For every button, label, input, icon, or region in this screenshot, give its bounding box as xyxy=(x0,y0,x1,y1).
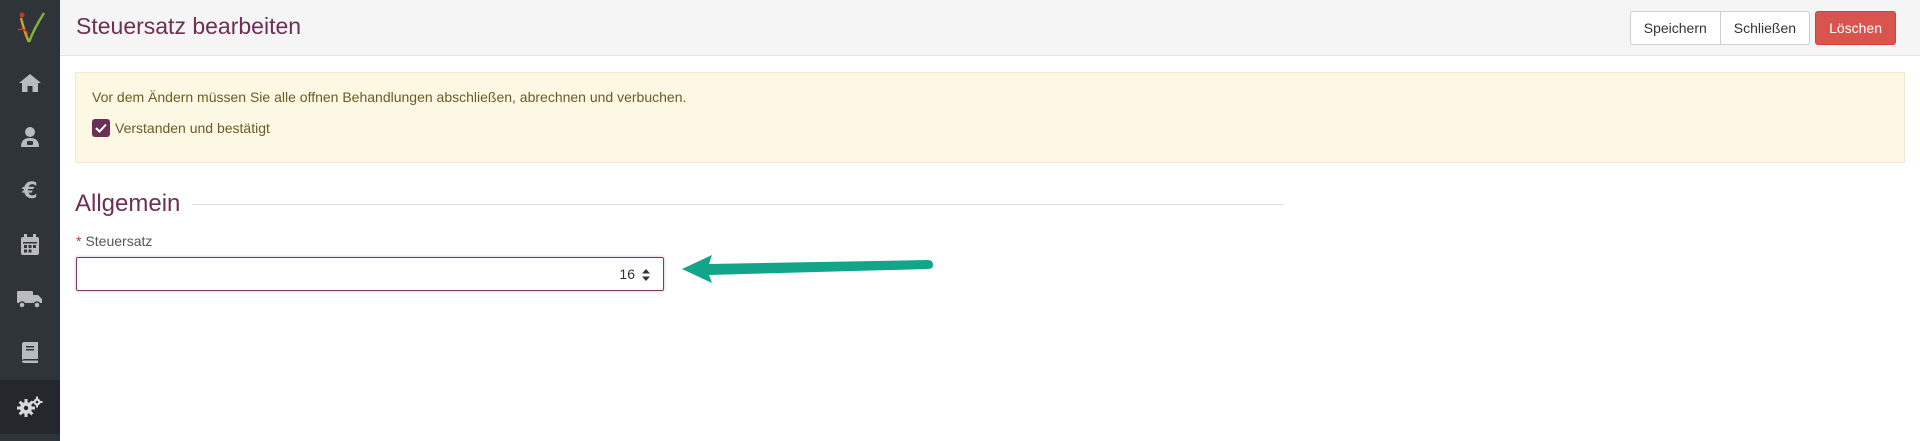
tax-rate-label-text: Steuersatz xyxy=(85,233,153,249)
action-buttons: Speichern Schließen Löschen xyxy=(1629,11,1896,45)
section-title: Allgemein xyxy=(75,190,181,217)
confirm-checkbox[interactable] xyxy=(92,119,110,137)
section-divider xyxy=(192,204,1284,205)
sidebar-item-delivery[interactable] xyxy=(0,272,60,326)
sidebar-item-patients[interactable] xyxy=(0,110,60,164)
annotation-arrow-icon xyxy=(682,255,933,283)
calendar-icon xyxy=(21,234,39,255)
sidebar: € xyxy=(0,0,60,441)
settings-icon xyxy=(17,396,43,417)
tax-rate-input[interactable]: 16 xyxy=(76,257,664,291)
header-bar: Steuersatz bearbeiten Speichern Schließe… xyxy=(60,0,1920,56)
page-title: Steuersatz bearbeiten xyxy=(76,13,302,39)
number-spinner-icon[interactable] xyxy=(641,267,651,283)
alert-message: Vor dem Ändern müssen Sie alle offnen Be… xyxy=(92,89,687,105)
sidebar-item-settings[interactable] xyxy=(0,380,60,434)
save-button[interactable]: Speichern xyxy=(1629,11,1721,45)
sidebar-item-home[interactable] xyxy=(0,56,60,110)
close-button[interactable]: Schließen xyxy=(1720,11,1811,45)
required-marker: * xyxy=(76,233,82,249)
warning-alert: Vor dem Ändern müssen Sie alle offnen Be… xyxy=(75,72,1905,163)
app-logo[interactable] xyxy=(12,8,48,48)
euro-icon: € xyxy=(22,178,38,204)
confirm-checkbox-label: Verstanden und bestätigt xyxy=(115,120,270,136)
home-icon xyxy=(19,74,41,92)
delete-button[interactable]: Löschen xyxy=(1815,11,1896,45)
confirm-checkbox-row[interactable]: Verstanden und bestätigt xyxy=(92,119,270,137)
tax-rate-label: * Steuersatz xyxy=(76,233,152,249)
patient-icon xyxy=(21,127,39,147)
sidebar-item-calendar[interactable] xyxy=(0,218,60,272)
checkmark-icon xyxy=(95,123,107,133)
sidebar-item-billing[interactable]: € xyxy=(0,164,60,218)
book-icon xyxy=(22,342,38,363)
sidebar-item-journal[interactable] xyxy=(0,326,60,380)
tax-rate-value: 16 xyxy=(619,266,635,282)
truck-icon xyxy=(17,291,42,309)
